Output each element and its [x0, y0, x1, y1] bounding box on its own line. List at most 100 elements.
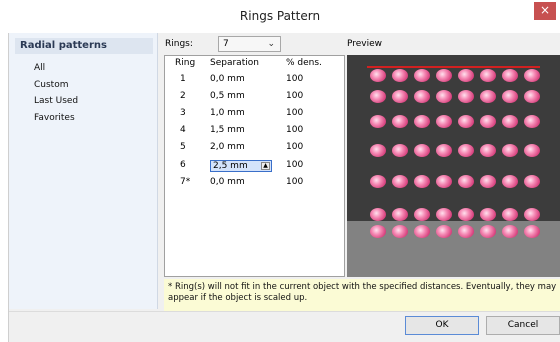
row-4-ring: 4	[180, 125, 186, 135]
gem-icon	[436, 208, 452, 221]
row-7-ring: 7*	[180, 177, 191, 187]
gem-icon	[502, 90, 518, 103]
rings-table: Ring Separation % dens. 1 0,0 mm 100 2 0…	[164, 55, 345, 277]
gem-icon	[370, 115, 386, 128]
gem-icon	[458, 90, 474, 103]
gem-icon	[414, 69, 430, 82]
gem-icon	[480, 115, 496, 128]
gem-icon	[458, 208, 474, 221]
gem-icon	[502, 69, 518, 82]
close-icon[interactable]: ×	[534, 2, 556, 20]
warning-note: * Ring(s) will not fit in the current ob…	[164, 279, 560, 311]
sidebar-item-last-used[interactable]: Last Used	[34, 96, 78, 106]
row-7-density[interactable]: 100	[286, 177, 303, 187]
ok-button[interactable]: OK	[405, 316, 479, 335]
sidebar-item-all[interactable]: All	[34, 63, 45, 73]
row-5-ring: 5	[180, 142, 186, 152]
preview-boundary-line	[367, 66, 540, 68]
gem-icon	[436, 144, 452, 157]
gem-icon	[524, 144, 540, 157]
gem-icon	[436, 90, 452, 103]
row-6-density[interactable]: 100	[286, 160, 303, 170]
gem-icon	[480, 69, 496, 82]
sidebar-heading: Radial patterns	[15, 38, 153, 54]
gem-icon	[436, 115, 452, 128]
row-5-separation[interactable]: 2,0 mm	[210, 142, 245, 152]
row-1-ring: 1	[180, 74, 186, 84]
gem-icon	[370, 208, 386, 221]
preview-canvas	[347, 55, 560, 277]
column-header-ring: Ring	[175, 58, 196, 68]
row-4-separation[interactable]: 1,5 mm	[210, 125, 245, 135]
sidebar-item-favorites[interactable]: Favorites	[34, 113, 75, 123]
gem-icon	[392, 115, 408, 128]
column-header-separation: Separation	[210, 58, 259, 68]
sidebar-item-custom[interactable]: Custom	[34, 80, 68, 90]
row-3-ring: 3	[180, 108, 186, 118]
gem-icon	[436, 225, 452, 238]
gem-icon	[502, 175, 518, 188]
gem-icon	[524, 225, 540, 238]
gem-icon	[480, 208, 496, 221]
gem-icon	[524, 175, 540, 188]
gem-icon	[458, 144, 474, 157]
gem-icon	[524, 115, 540, 128]
cancel-button[interactable]: Cancel	[486, 316, 560, 335]
gem-icon	[414, 208, 430, 221]
gem-icon	[392, 225, 408, 238]
column-header-density: % dens.	[286, 58, 322, 68]
row-3-separation[interactable]: 1,0 mm	[210, 108, 245, 118]
gem-icon	[480, 175, 496, 188]
row-2-density[interactable]: 100	[286, 91, 303, 101]
gem-icon	[502, 208, 518, 221]
row-1-separation[interactable]: 0,0 mm	[210, 74, 245, 84]
gem-icon	[480, 225, 496, 238]
gem-icon	[370, 175, 386, 188]
gem-icon	[458, 225, 474, 238]
row-2-separation[interactable]: 0,5 mm	[210, 91, 245, 101]
title-bar: Rings Pattern ×	[0, 0, 560, 33]
row-7-separation[interactable]: 0,0 mm	[210, 177, 245, 187]
gem-icon	[502, 115, 518, 128]
row-4-density[interactable]: 100	[286, 125, 303, 135]
separation-edit-field[interactable]: 2,5 mm ▲	[210, 160, 272, 172]
gem-icon	[480, 144, 496, 157]
gem-icon	[414, 115, 430, 128]
rings-label: Rings:	[165, 39, 193, 49]
row-6-ring: 6	[180, 160, 186, 170]
gem-icon	[502, 225, 518, 238]
preview-label: Preview	[347, 39, 383, 49]
gem-icon	[414, 90, 430, 103]
row-1-density[interactable]: 100	[286, 74, 303, 84]
gem-icon	[370, 144, 386, 157]
gem-icon	[392, 69, 408, 82]
gem-icon	[436, 175, 452, 188]
spinner-icon[interactable]: ▲	[261, 162, 270, 170]
gem-icon	[392, 144, 408, 157]
gem-icon	[370, 225, 386, 238]
chevron-down-icon: ⌄	[267, 39, 275, 49]
row-3-density[interactable]: 100	[286, 108, 303, 118]
gem-icon	[458, 115, 474, 128]
gem-icon	[392, 175, 408, 188]
gem-icon	[524, 208, 540, 221]
gem-icon	[392, 208, 408, 221]
rings-value: 7	[223, 39, 229, 49]
gem-icon	[414, 175, 430, 188]
gem-icon	[524, 90, 540, 103]
dialog-body: Radial patterns All Custom Last Used Fav…	[8, 33, 560, 342]
gem-icon	[436, 69, 452, 82]
rings-select[interactable]: 7 ⌄	[218, 36, 281, 52]
gem-icon	[524, 69, 540, 82]
gem-icon	[458, 175, 474, 188]
row-5-density[interactable]: 100	[286, 142, 303, 152]
gem-icon	[392, 90, 408, 103]
sidebar: Radial patterns All Custom Last Used Fav…	[9, 33, 158, 309]
gem-icon	[414, 144, 430, 157]
gem-icon	[370, 69, 386, 82]
window-title: Rings Pattern	[239, 9, 321, 23]
separation-edit-value: 2,5 mm	[213, 161, 248, 171]
row-2-ring: 2	[180, 91, 186, 101]
gem-icon	[414, 225, 430, 238]
gem-icon	[480, 90, 496, 103]
